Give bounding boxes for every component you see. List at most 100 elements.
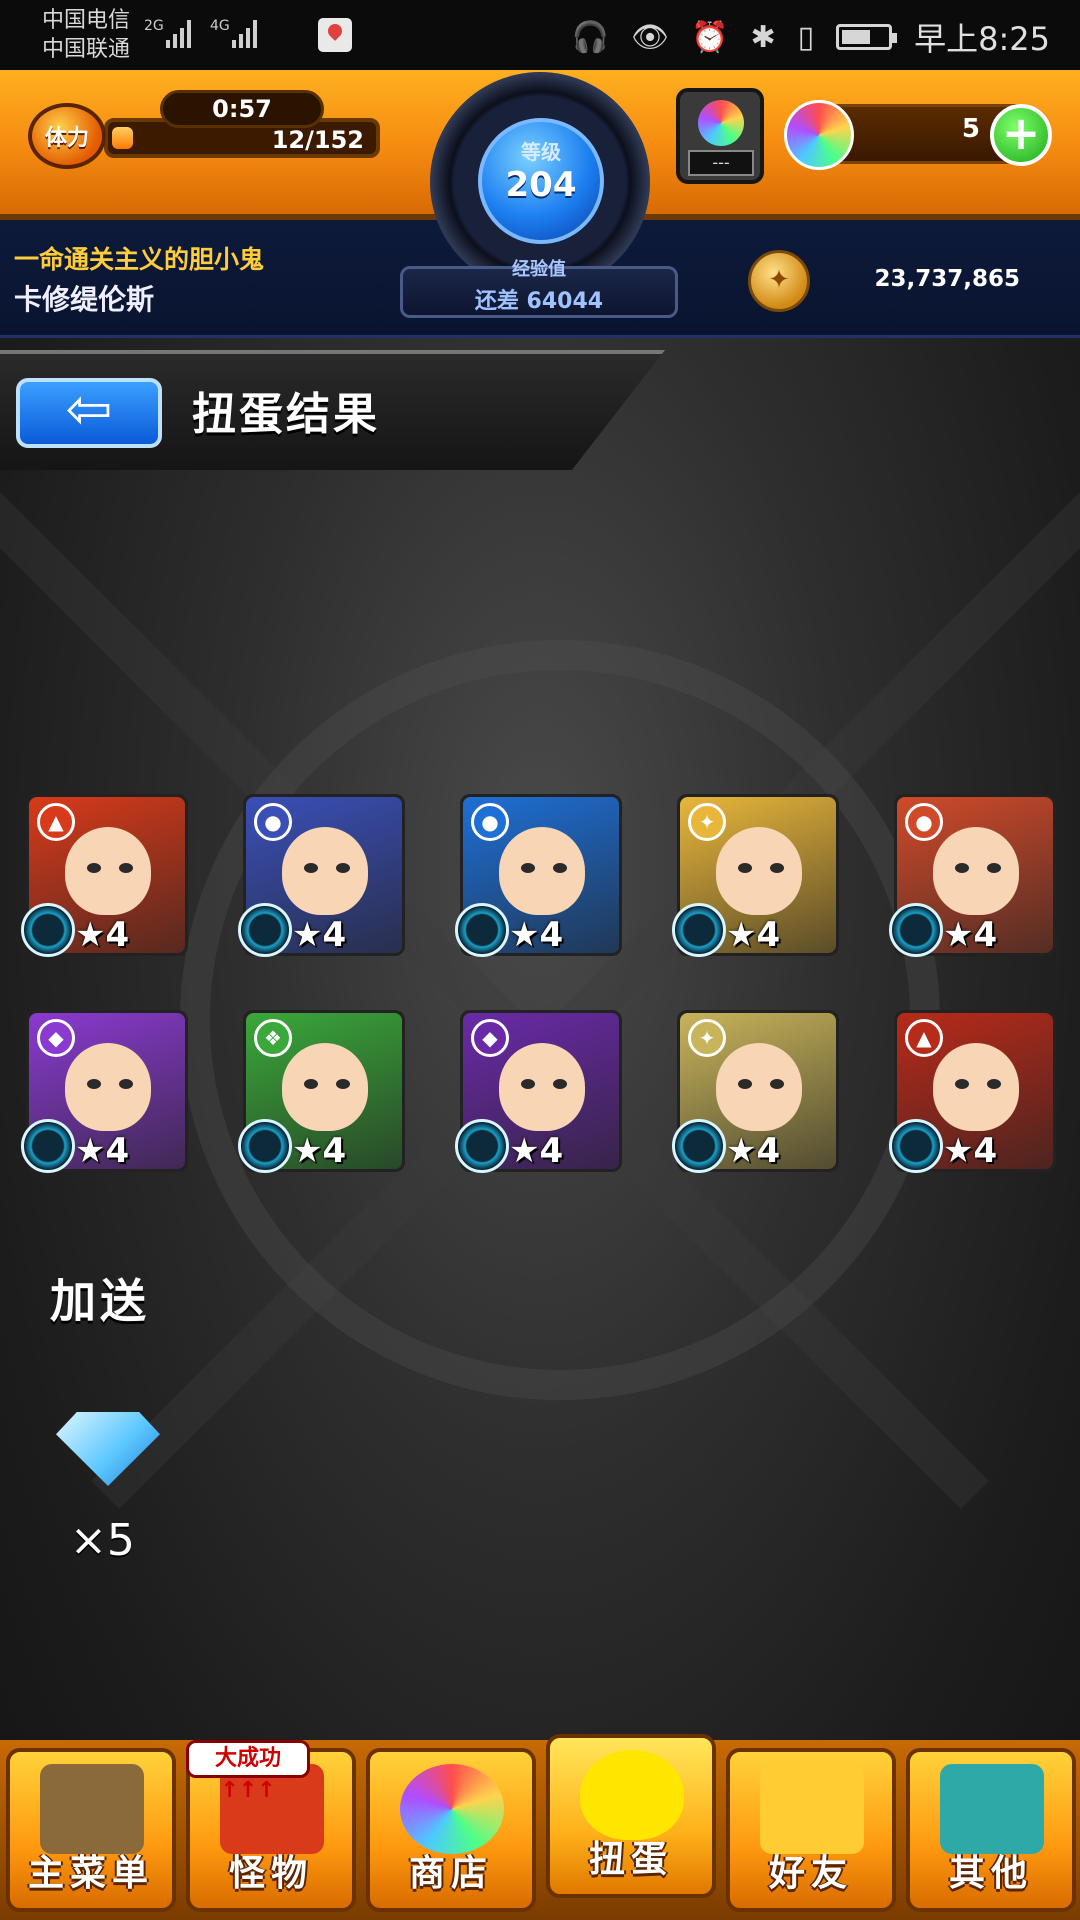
exp-caption: 经验值 bbox=[512, 259, 566, 280]
monster-eye bbox=[955, 863, 969, 873]
monster-card[interactable]: ◆ ★4 bbox=[21, 1010, 188, 1173]
monster-face bbox=[65, 827, 151, 915]
monster-face bbox=[716, 1043, 802, 1131]
fire-icon: ▲ bbox=[905, 1019, 943, 1057]
monster-eye bbox=[336, 863, 350, 873]
gold-coin-icon: ✦ bbox=[748, 250, 810, 312]
water-icon: ● bbox=[471, 803, 509, 841]
monster-eye bbox=[336, 1079, 350, 1089]
ticket-orb-icon bbox=[698, 100, 744, 146]
monster-eye bbox=[87, 863, 101, 873]
monster-eye bbox=[553, 863, 567, 873]
nav-gate[interactable]: 主菜单 bbox=[6, 1748, 176, 1912]
alarm-icon: ⏰ bbox=[691, 19, 729, 55]
signal-bars-1-icon bbox=[166, 20, 191, 48]
monster-eye bbox=[987, 1079, 1001, 1089]
carrier-1: 中国电信 bbox=[42, 8, 131, 33]
luck-slot-icon bbox=[21, 1119, 75, 1173]
monster-eye bbox=[521, 863, 535, 873]
nav-label: 好友 bbox=[768, 1853, 853, 1894]
monster-card[interactable]: ✦ ★4 bbox=[672, 794, 839, 957]
headset-icon: 🎧 bbox=[571, 19, 610, 55]
monster-eye bbox=[770, 863, 784, 873]
level-label: 等级 bbox=[521, 140, 561, 164]
exp-remaining: 还差 64044 bbox=[474, 289, 604, 314]
luck-slot-icon bbox=[672, 1119, 726, 1173]
luck-slot-icon bbox=[455, 1119, 509, 1173]
monster-card[interactable]: ● ★4 bbox=[889, 794, 1056, 957]
monster-card[interactable]: ● ★4 bbox=[238, 794, 405, 957]
monster-eye bbox=[304, 1079, 318, 1089]
monster-card[interactable]: ✦ ★4 bbox=[672, 1010, 839, 1173]
gold-amount: 23,737,865 bbox=[874, 266, 1020, 292]
fire-icon: ▲ bbox=[37, 803, 75, 841]
light-icon: ✦ bbox=[688, 1019, 726, 1057]
monster-card[interactable]: ▲ ★4 bbox=[21, 794, 188, 957]
egg-icon bbox=[580, 1750, 684, 1840]
monster-face bbox=[933, 827, 1019, 915]
monster-face bbox=[499, 1043, 585, 1131]
rarity-stars: ★4 bbox=[292, 1131, 347, 1171]
stamina-badge: 体力 bbox=[28, 103, 106, 169]
rarity-stars: ★4 bbox=[509, 1131, 564, 1171]
luck-slot-icon bbox=[238, 1119, 292, 1173]
luck-slot-icon bbox=[889, 1119, 943, 1173]
nav-question[interactable]: 其他 bbox=[906, 1748, 1076, 1912]
page-title: 扭蛋结果 bbox=[192, 389, 380, 440]
monster-card[interactable]: ❖ ★4 bbox=[238, 1010, 405, 1173]
monster-eye bbox=[521, 1079, 535, 1089]
nav-balloon[interactable]: 好友 bbox=[726, 1748, 896, 1912]
rarity-stars: ★4 bbox=[509, 915, 564, 955]
orb-count: 5 bbox=[961, 114, 980, 144]
monster-face bbox=[282, 1043, 368, 1131]
rarity-stars: ★4 bbox=[75, 915, 130, 955]
great-success-bubble: 大成功↑↑↑ bbox=[186, 1740, 310, 1803]
eye-comfort-icon: 👁 bbox=[631, 19, 670, 55]
exp-plate: 经验值 还差 64044 bbox=[400, 259, 678, 318]
luck-slot-icon bbox=[672, 903, 726, 957]
luck-slot-icon bbox=[889, 903, 943, 957]
nav-egg[interactable]: 扭蛋 bbox=[546, 1734, 716, 1898]
status-bar: 中国电信 中国联通 2G 4G 🎧 👁 ⏰ ✱ ▯ 早上8:25 bbox=[0, 0, 1080, 70]
wood-icon: ❖ bbox=[254, 1019, 292, 1057]
dark-icon: ◆ bbox=[471, 1019, 509, 1057]
rainbow-orb-icon bbox=[400, 1764, 504, 1854]
monster-face bbox=[499, 827, 585, 915]
network-type-1: 2G bbox=[144, 18, 164, 34]
nav-rainbow-orb[interactable]: 商店 bbox=[366, 1748, 536, 1912]
rarity-stars: ★4 bbox=[726, 1131, 781, 1171]
nav-label: 其他 bbox=[948, 1853, 1033, 1894]
monster-eye bbox=[738, 863, 752, 873]
luck-slot-icon bbox=[455, 903, 509, 957]
question-icon bbox=[940, 1764, 1044, 1854]
buy-orbs-button[interactable]: + bbox=[990, 104, 1052, 166]
stamina-timer: 0:57 bbox=[160, 90, 324, 128]
balloon-icon bbox=[760, 1764, 864, 1854]
rarity-stars: ★4 bbox=[292, 915, 347, 955]
monster-face bbox=[716, 827, 802, 915]
maps-notification-icon bbox=[318, 18, 352, 52]
gacha-ticket-button[interactable]: --- bbox=[676, 88, 764, 184]
dark-icon: ◆ bbox=[37, 1019, 75, 1057]
light-icon: ✦ bbox=[688, 803, 726, 841]
clock: 早上8:25 bbox=[914, 20, 1050, 58]
bonus-label: 加送 bbox=[50, 1274, 150, 1328]
monster-card[interactable]: ● ★4 bbox=[455, 794, 622, 957]
battery-icon bbox=[836, 24, 898, 50]
back-button[interactable]: ⇦ bbox=[16, 378, 162, 448]
network-type-2: 4G bbox=[210, 18, 230, 34]
carrier-labels: 中国电信 中国联通 bbox=[42, 6, 130, 64]
monster-card[interactable]: ◆ ★4 bbox=[455, 1010, 622, 1173]
nav-label: 怪物 bbox=[228, 1853, 313, 1894]
luck-slot-icon bbox=[238, 903, 292, 957]
rarity-stars: ★4 bbox=[75, 1131, 130, 1171]
stamina-value: 12/152 bbox=[271, 126, 364, 154]
luck-slot-icon bbox=[21, 903, 75, 957]
monster-eye bbox=[987, 863, 1001, 873]
ticket-value: --- bbox=[688, 150, 754, 176]
monster-card[interactable]: ▲ ★4 bbox=[889, 1010, 1056, 1173]
monster-face bbox=[933, 1043, 1019, 1131]
level-orb[interactable]: 等级 204 bbox=[478, 118, 604, 244]
monster-face bbox=[282, 827, 368, 915]
level-value: 204 bbox=[505, 165, 577, 205]
